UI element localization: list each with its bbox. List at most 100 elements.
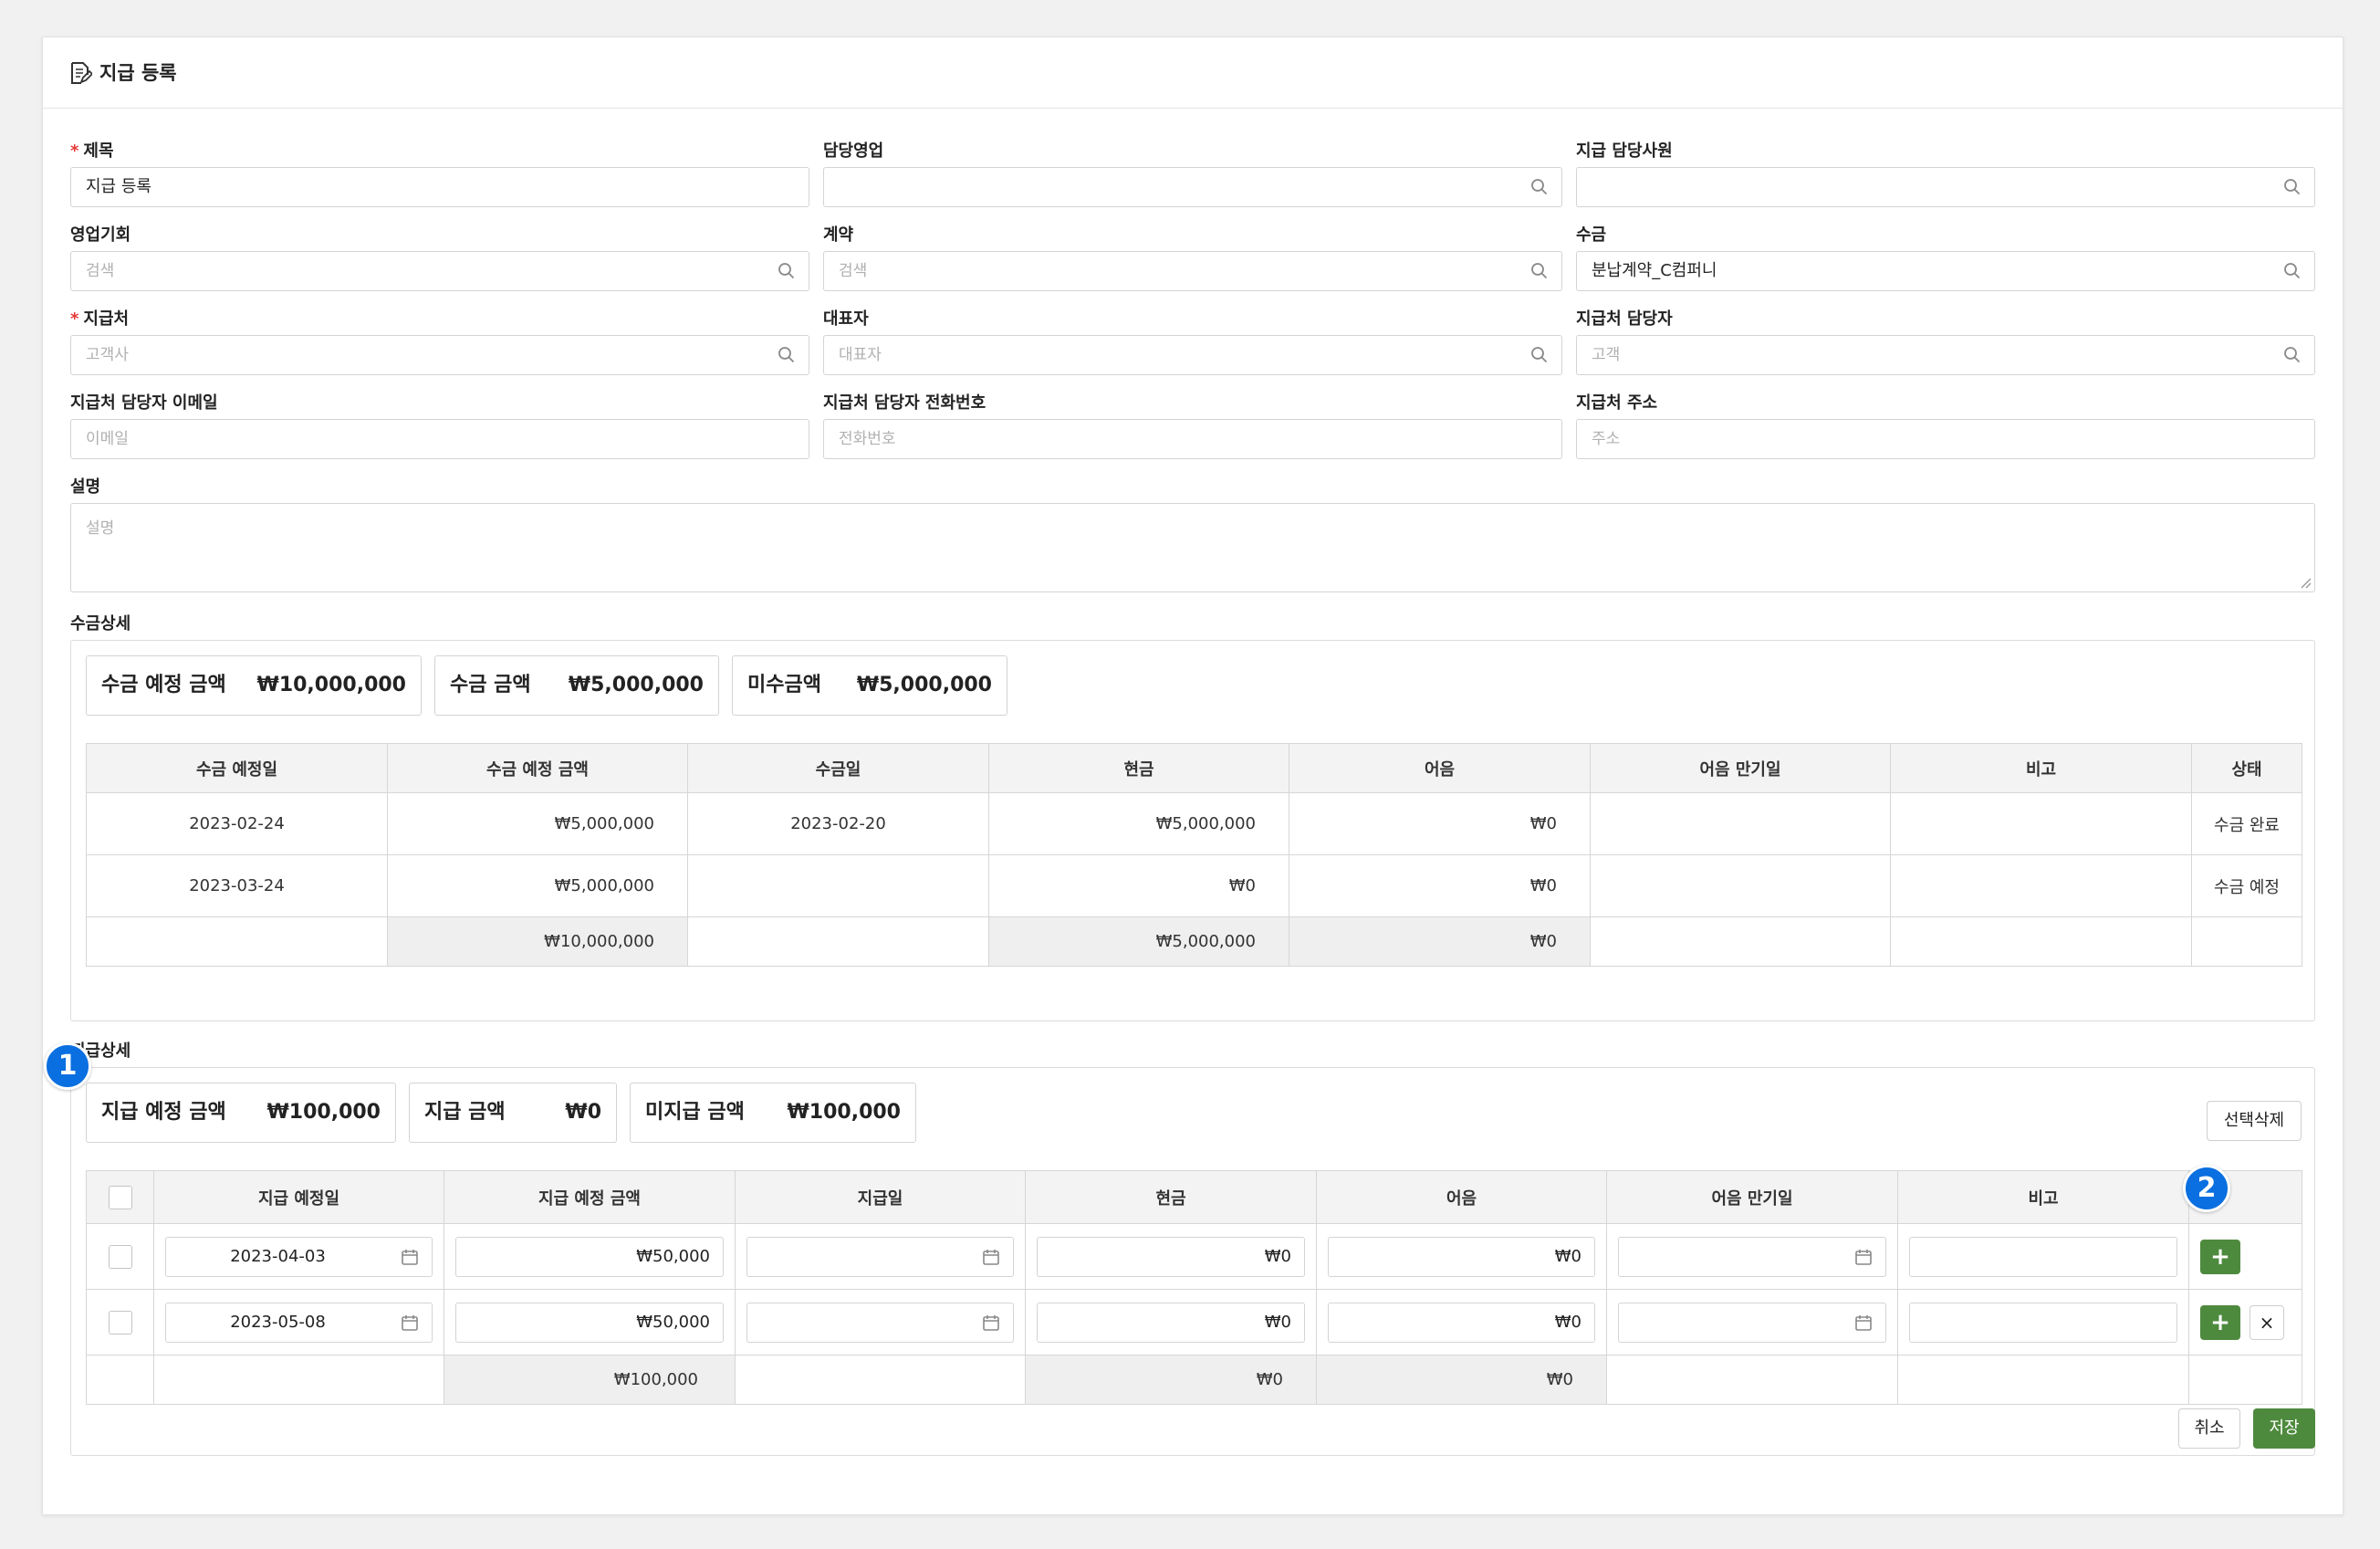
select-all-checkbox[interactable] xyxy=(108,1185,132,1209)
bill-input[interactable]: ₩0 xyxy=(1328,1302,1595,1343)
payment-total-row: ₩100,000 ₩0 ₩0 xyxy=(86,1355,2302,1405)
phone-placeholder: 전화번호 xyxy=(839,430,896,448)
row-checkbox[interactable] xyxy=(108,1244,132,1269)
bill-input[interactable]: ₩0 xyxy=(1328,1236,1595,1277)
receipt-input[interactable]: 분납계약_C컴퍼니 xyxy=(1576,251,2315,291)
due-date-input[interactable]: 2023-05-08 xyxy=(165,1302,433,1343)
search-icon[interactable] xyxy=(1530,178,1549,196)
opportunity-placeholder: 검색 xyxy=(86,262,115,280)
title-value: 지급 등록 xyxy=(86,177,151,196)
table-row: 2023-05-08 ₩50,000 ₩0 ₩0 + × xyxy=(86,1289,2302,1355)
amount-input[interactable]: ₩50,000 xyxy=(455,1236,724,1277)
bill-due-input[interactable] xyxy=(1618,1236,1886,1277)
cash-input[interactable]: ₩0 xyxy=(1037,1302,1305,1343)
add-row-button[interactable]: + xyxy=(2200,1305,2240,1340)
pay-staff-input[interactable] xyxy=(1576,167,2315,207)
receipt-total-row: ₩10,000,000 ₩5,000,000 ₩0 xyxy=(86,916,2302,967)
phone-field[interactable]: 전화번호 xyxy=(823,419,1562,459)
status-cell: 수금 예정 xyxy=(2191,854,2302,917)
search-icon[interactable] xyxy=(2283,346,2302,364)
pay-date-input[interactable] xyxy=(746,1236,1014,1277)
note-input[interactable] xyxy=(1909,1236,2177,1277)
payment-table: 지급 예정일 지급 예정 금액 지급일 현금 어음 어음 만기일 비고 2023-04… xyxy=(86,1170,2302,1405)
payment-registration-card: 지급 등록 * 제목 지급 등록 담당영업 지급 담당사원 영업기회 검색 계약 … xyxy=(42,37,2343,1515)
receipt-detail-section: 수금 예정 금액 ₩10,000,000 수금 금액 ₩5,000,000 미수금액… xyxy=(70,640,2315,1021)
search-icon[interactable] xyxy=(2283,178,2302,196)
row-checkbox[interactable] xyxy=(108,1310,132,1334)
receipt-table-header: 수금 예정일 수금 예정 금액 수금일 현금 어음 어음 만기일 비고 상태 xyxy=(86,743,2302,793)
ceo-input[interactable]: 대표자 xyxy=(823,335,1562,375)
email-label: 지급처 담당자 이메일 xyxy=(70,393,218,413)
calendar-icon[interactable] xyxy=(1854,1314,1873,1332)
contract-label: 계약 xyxy=(823,225,854,245)
page-title: 지급 등록 xyxy=(99,62,177,84)
table-row: 2023-04-03 ₩50,000 ₩0 ₩0 + xyxy=(86,1223,2302,1290)
search-icon[interactable] xyxy=(1530,262,1549,280)
bill-due-input[interactable] xyxy=(1618,1302,1886,1343)
description-textarea[interactable]: 설명 xyxy=(70,503,2315,592)
opportunity-label: 영업기회 xyxy=(70,225,131,245)
save-button[interactable]: 저장 xyxy=(2253,1408,2315,1449)
receipt-table: 수금 예정일 수금 예정 금액 수금일 현금 어음 어음 만기일 비고 상태 2023-… xyxy=(86,743,2302,967)
calendar-icon[interactable] xyxy=(401,1248,419,1266)
search-icon[interactable] xyxy=(2283,262,2302,280)
document-edit-icon xyxy=(71,62,92,84)
payment-table-header: 지급 예정일 지급 예정 금액 지급일 현금 어음 어음 만기일 비고 xyxy=(86,1170,2302,1224)
delete-selected-button[interactable]: 선택삭제 xyxy=(2207,1101,2302,1141)
contract-input[interactable]: 검색 xyxy=(823,251,1562,291)
payee-contact-label: 지급처 담당자 xyxy=(1576,309,1673,329)
receipt-detail-label: 수금상세 xyxy=(70,614,131,633)
required-mark: * xyxy=(70,141,79,161)
payee-placeholder: 고객사 xyxy=(86,346,129,364)
card-header: 지급 등록 xyxy=(43,37,2343,109)
calendar-icon[interactable] xyxy=(982,1248,1000,1266)
annotation-badge-2: 2 xyxy=(2183,1165,2230,1212)
sales-rep-label: 담당영업 xyxy=(823,141,884,161)
description-label: 설명 xyxy=(70,477,101,497)
table-row: 2023-03-24 ₩5,000,000 ₩0 ₩0 수금 예정 xyxy=(86,854,2302,917)
payee-label: * 지급처 xyxy=(70,309,130,329)
remove-row-button[interactable]: × xyxy=(2250,1305,2284,1340)
pay-date-input[interactable] xyxy=(746,1302,1014,1343)
note-input[interactable] xyxy=(1909,1302,2177,1343)
address-placeholder: 주소 xyxy=(1592,430,1621,448)
cash-input[interactable]: ₩0 xyxy=(1037,1236,1305,1277)
phone-label: 지급처 담당자 전화번호 xyxy=(823,393,986,413)
address-label: 지급처 주소 xyxy=(1576,393,1658,413)
contract-placeholder: 검색 xyxy=(839,262,868,280)
search-icon[interactable] xyxy=(778,346,796,364)
sales-rep-input[interactable] xyxy=(823,167,1562,207)
receipt-summary-planned: 수금 예정 금액 ₩10,000,000 xyxy=(86,655,422,716)
payment-detail-section: 지급 예정 금액 ₩100,000 지급 금액 ₩0 미지급 금액 ₩100,000 … xyxy=(70,1067,2315,1456)
opportunity-input[interactable]: 검색 xyxy=(70,251,809,291)
amount-input[interactable]: ₩50,000 xyxy=(455,1302,724,1343)
resize-grip-icon[interactable] xyxy=(2299,576,2312,589)
pay-staff-label: 지급 담당사원 xyxy=(1576,141,1673,161)
annotation-badge-1: 1 xyxy=(44,1042,91,1090)
status-cell: 수금 완료 xyxy=(2191,792,2302,855)
payment-summary-paid: 지급 금액 ₩0 xyxy=(409,1083,617,1143)
receipt-value: 분납계약_C컴퍼니 xyxy=(1592,261,1717,280)
receipt-label: 수금 xyxy=(1576,225,1607,245)
payee-contact-placeholder: 고객 xyxy=(1592,346,1621,364)
receipt-summary-outstanding: 미수금액 ₩5,000,000 xyxy=(732,655,1007,716)
calendar-icon[interactable] xyxy=(982,1314,1000,1332)
payee-input[interactable]: 고객사 xyxy=(70,335,809,375)
cancel-button[interactable]: 취소 xyxy=(2178,1408,2240,1449)
title-input[interactable]: 지급 등록 xyxy=(70,167,809,207)
search-icon[interactable] xyxy=(1530,346,1549,364)
calendar-icon[interactable] xyxy=(1854,1248,1873,1266)
payment-summary-planned: 지급 예정 금액 ₩100,000 xyxy=(86,1083,396,1143)
email-placeholder: 이메일 xyxy=(86,430,129,448)
search-icon[interactable] xyxy=(778,262,796,280)
address-field[interactable]: 주소 xyxy=(1576,419,2315,459)
ceo-label: 대표자 xyxy=(823,309,869,329)
ceo-placeholder: 대표자 xyxy=(839,346,882,364)
required-mark: * xyxy=(70,309,79,329)
calendar-icon[interactable] xyxy=(401,1314,419,1332)
due-date-input[interactable]: 2023-04-03 xyxy=(165,1236,433,1277)
payee-contact-input[interactable]: 고객 xyxy=(1576,335,2315,375)
email-field[interactable]: 이메일 xyxy=(70,419,809,459)
payment-summary-unpaid: 미지급 금액 ₩100,000 xyxy=(630,1083,916,1143)
add-row-button[interactable]: + xyxy=(2200,1240,2240,1274)
